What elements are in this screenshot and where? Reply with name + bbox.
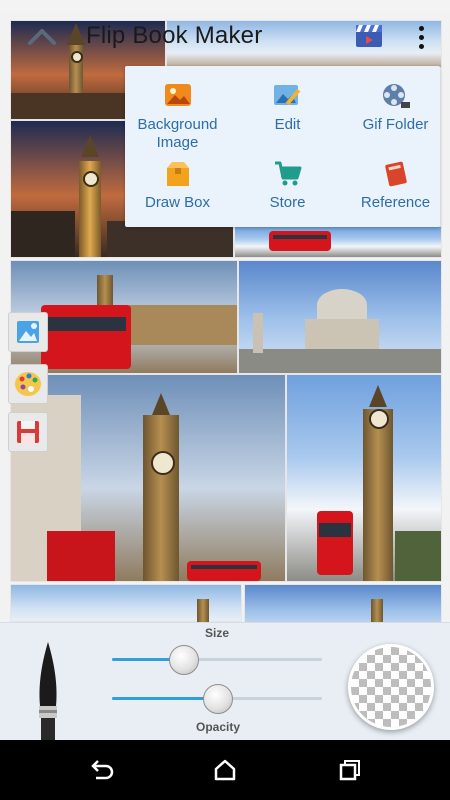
edit-image-icon [273,82,303,110]
brush-icon[interactable] [28,640,68,740]
menu-label: Edit [274,116,301,133]
menu-label: Gif Folder [362,116,429,133]
menu-item-gif-folder[interactable]: Gif Folder [343,82,448,134]
background-photo [234,226,442,258]
menu-label: Background Image [137,116,218,151]
background-photo [244,584,442,622]
palette-icon [15,372,41,396]
image-tool-button[interactable] [8,312,48,352]
more-vert-icon[interactable] [412,22,430,54]
background-photo [10,374,286,582]
menu-item-store[interactable]: Store [235,160,340,212]
cart-icon [273,160,303,188]
background-photo [10,584,242,622]
transparent-color-button[interactable] [348,644,434,730]
back-nav-icon[interactable] [86,756,114,784]
chevron-up-icon[interactable] [24,22,60,52]
save-icon [17,421,39,443]
clapperboard-icon[interactable] [355,24,383,48]
opacity-label: Opacity [196,720,241,734]
palette-tool-button[interactable] [8,364,48,404]
options-menu: Background Image Edit Gif Folder Draw Bo… [125,66,440,227]
menu-label: Reference [360,194,431,211]
app-title: Flip Book Maker [86,22,263,49]
menu-label: Store [269,194,306,211]
navigation-bar [0,740,450,800]
image-icon [163,82,193,110]
opacity-slider[interactable] [112,684,322,714]
image-icon [17,321,39,343]
home-nav-icon[interactable] [211,756,239,784]
size-label: Size [205,626,230,640]
menu-item-background-image[interactable]: Background Image [125,82,230,152]
box-icon [163,160,193,188]
save-tool-button[interactable] [8,412,48,452]
size-slider[interactable] [112,645,322,675]
film-reel-icon [381,82,411,110]
opacity-slider-fill [112,697,217,700]
background-photo [286,374,442,582]
status-bar-strip [0,0,450,14]
app-bar: Flip Book Maker [10,16,440,60]
menu-item-edit[interactable]: Edit [235,82,340,134]
background-photo [238,260,442,374]
size-slider-thumb[interactable] [169,645,199,675]
recents-nav-icon[interactable] [336,756,364,784]
book-icon [381,160,411,188]
menu-item-draw-box[interactable]: Draw Box [125,160,230,212]
opacity-slider-thumb[interactable] [203,684,233,714]
menu-label: Draw Box [144,194,211,211]
menu-item-reference[interactable]: Reference [343,160,448,212]
